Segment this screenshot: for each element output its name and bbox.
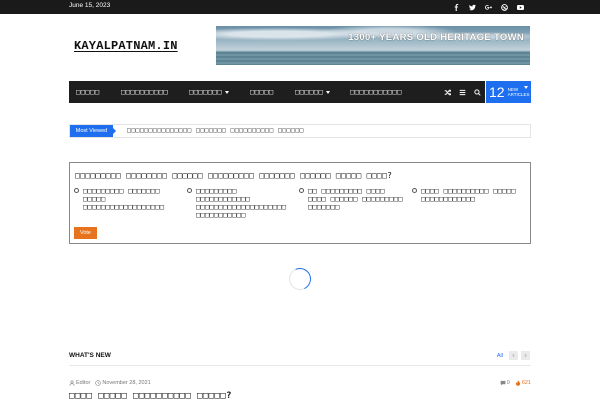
article-comments[interactable]: 0 [500,380,510,386]
logo-text: KAYALPATNAM.IN [74,39,178,53]
nav-item-home[interactable]: □□□□□ [76,81,100,103]
nav-item-4[interactable]: □□□□□ [250,81,274,103]
site-logo[interactable]: KAYALPATNAM.IN [74,38,178,54]
fire-icon [515,380,520,386]
poll-option-label: □□□□□□□□□ □□□□□□□ □□□□□ □□□□□□□□□□□□□□□□… [83,187,165,211]
article-date: November 28, 2021 [95,380,151,386]
clock-icon [95,380,102,386]
top-bar: June 15, 2023 [0,0,600,14]
google-plus-icon[interactable] [480,2,496,12]
author-name: Editor [76,380,91,386]
nav-item-3[interactable]: □□□□□□□ [189,81,230,103]
article-title[interactable]: □□□□ □□□□□ □□□□□□□□□□ □□□□□? [69,391,232,400]
banner-text: 1300+ YEARS OLD HERITAGE TOWN [348,32,524,43]
poll-option-label: □□ □□□□□□□□□ □□□□ □□□□ □□□□□□ □□□□□□□□□ … [308,187,403,211]
most-viewed-ticker: Most Viewed □□□□□□□□□□□□□□□ □□□□□□□ □□□□… [69,124,531,138]
next-page-button[interactable] [521,351,530,360]
poll-radio[interactable] [412,188,417,193]
youtube-icon[interactable] [512,2,528,12]
new-label-line-2: ARTICLES [507,92,530,97]
menu-icon[interactable] [455,81,470,103]
article-views: 621 [515,380,531,386]
twitter-icon[interactable] [464,2,480,12]
header-banner[interactable]: 1300+ YEARS OLD HERITAGE TOWN [216,26,530,65]
section-title: WHAT'S NEW [69,352,111,359]
banner-sea [216,51,530,65]
new-articles-button[interactable]: 12 NEW ARTICLES [486,81,531,103]
social-links [448,2,528,12]
prev-page-button[interactable] [509,351,518,360]
nav-item-label: □□□□□□□ [189,88,223,96]
poll-option-4[interactable]: □□□□ □□□□□□□□□□ □□□□□ □□□□□□□□□□□□ [412,187,520,203]
chevron-right-icon [524,353,527,358]
ticker-label: Most Viewed [70,125,116,137]
shuffle-icon[interactable] [440,81,455,103]
nav-tools [440,81,485,103]
poll-radio[interactable] [74,188,79,193]
nav-item-6[interactable]: □□□□□□□□□□□ [350,81,402,103]
loading-spinner-icon [285,264,315,294]
whats-new-header: WHAT'S NEW All [69,350,531,366]
nav-item-label: □□□□□□□□□□□ [350,88,402,96]
chevron-left-icon [512,353,515,358]
poll-option-label: □□□□□□□□□ □□□□□□□□□□□□ □□□□□□□□□□□□□□□□□… [196,187,287,219]
user-icon [69,380,75,386]
article-meta: Editor November 28, 2021 0 621 [69,380,531,389]
chevron-down-icon [326,90,331,94]
chevron-down-icon [225,90,230,94]
date-text: November 28, 2021 [102,380,151,386]
nav-item-label: □□□□□ [76,88,100,96]
nav-item-5[interactable]: □□□□□□ [295,81,331,103]
search-icon[interactable] [470,81,485,103]
poll-question: □□□□□□□□□ □□□□□□□□ □□□□□□ □□□□□□□□□ □□□□… [75,171,393,180]
poll-widget: □□□□□□□□□ □□□□□□□□ □□□□□□ □□□□□□□□□ □□□□… [69,162,531,244]
view-count: 621 [521,380,531,386]
nav-item-label: □□□□□□□□□□ [121,88,169,96]
nav-item-label: □□□□□ [250,88,274,96]
current-date: June 15, 2023 [69,2,111,9]
new-articles-count: 12 [489,84,505,100]
comment-icon [500,380,506,386]
poll-radio[interactable] [299,188,304,193]
main-nav: □□□□□ □□□□□□□□□□ □□□□□□□ □□□□□ □□□□□□ □□… [69,81,485,103]
poll-option-3[interactable]: □□ □□□□□□□□□ □□□□ □□□□ □□□□□□ □□□□□□□□□ … [299,187,407,211]
facebook-icon[interactable] [448,2,464,12]
dribbble-icon[interactable] [496,2,512,12]
nav-item-2[interactable]: □□□□□□□□□□ [121,81,168,103]
vote-button[interactable]: Vote [74,227,97,239]
poll-radio[interactable] [187,188,192,193]
poll-option-label: □□□□ □□□□□□□□□□ □□□□□ □□□□□□□□□□□□ [421,187,516,203]
all-filter-link[interactable]: All [497,353,503,359]
article-author[interactable]: Editor [69,380,90,386]
comment-count: 0 [506,380,510,386]
poll-option-2[interactable]: □□□□□□□□□ □□□□□□□□□□□□ □□□□□□□□□□□□□□□□□… [187,187,295,219]
chevron-down-icon [524,86,528,89]
ticker-headline[interactable]: □□□□□□□□□□□□□□□ □□□□□□□ □□□□□□□□□□ □□□□□… [127,126,304,134]
nav-item-label: □□□□□□ [295,88,324,96]
poll-option-1[interactable]: □□□□□□□□□ □□□□□□□ □□□□□ □□□□□□□□□□□□□□□□… [74,187,182,211]
